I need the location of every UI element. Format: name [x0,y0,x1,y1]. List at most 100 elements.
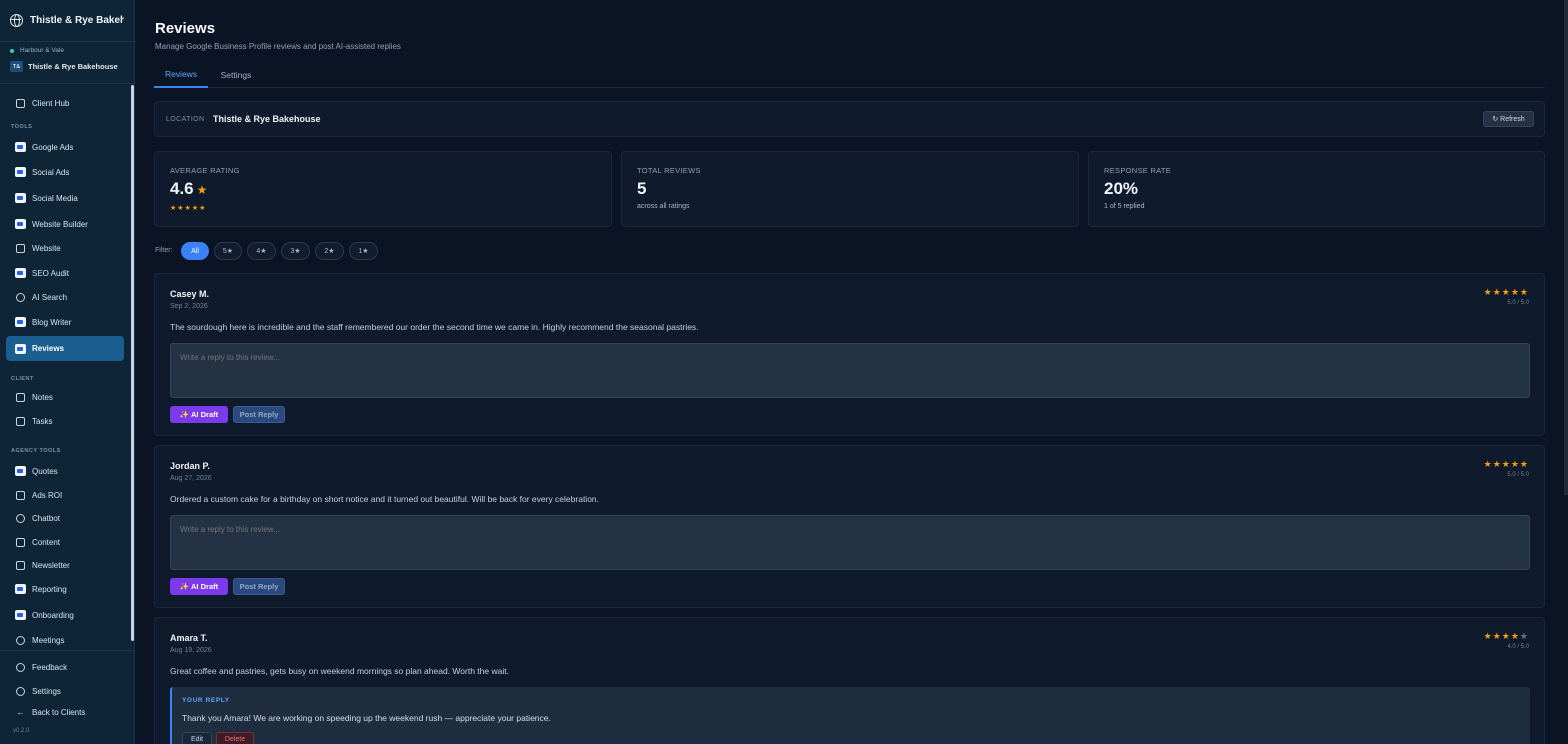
sidebar-item-social-ads[interactable]: Social Ads [6,161,124,183]
sidebar: Thistle & Rye Bakeho... Harbour & Vale T… [0,0,135,744]
google-ads-icon [15,142,26,153]
users-icon [15,635,26,646]
star-icon: ★ [196,183,208,197]
sidebar-scrollbar[interactable] [131,85,134,641]
globe-icon [10,14,23,27]
sidebar-item-settings[interactable]: Settings [6,680,124,702]
existing-reply: YOUR REPLY Thank you Amara! We are worki… [170,687,1530,744]
stat-subtext: 1 of 5 replied [1104,203,1145,210]
sidebar-item-label: Client Hub [32,98,70,108]
sidebar-item-content[interactable]: Content [6,531,124,553]
reporting-icon [15,584,26,595]
sidebar-item-seo-audit[interactable]: SEO Audit [6,262,124,284]
refresh-button[interactable]: ↻ Refresh [1483,111,1534,127]
filter-5-star[interactable]: 5★ [214,242,242,260]
sidebar-item-feedback[interactable]: Feedback [6,656,124,678]
stat-value: 4.6 ★ [170,179,207,199]
location-name: Thistle & Rye Bakehouse [213,114,321,124]
sidebar-item-chatbot[interactable]: Chatbot [6,507,124,529]
reply-input[interactable] [170,343,1530,398]
post-reply-button[interactable]: Post Reply [233,406,285,423]
sidebar-item-notes[interactable]: Notes [6,386,124,408]
sidebar-item-social-media[interactable]: Social Media [6,187,124,209]
checkbox-icon [15,416,26,427]
sidebar-item-label: Reviews [32,344,65,353]
sidebar-item-tasks[interactable]: Tasks [6,410,124,432]
blog-writer-icon [15,317,26,328]
reviewer-name: Casey M. [170,289,210,299]
sidebar-item-website[interactable]: Website [6,237,124,259]
tab-settings[interactable]: Settings [214,62,258,88]
sidebar-header[interactable]: Thistle & Rye Bakeho... [0,0,134,42]
delete-reply-button[interactable]: Delete [216,732,254,744]
sidebar-item-quotes[interactable]: Quotes [6,460,124,482]
sidebar-item-label: Onboarding [32,610,74,620]
filter-all[interactable]: All [181,242,209,260]
sidebar-item-label: Social Media [32,193,78,203]
sidebar-item-label: Back to Clients [32,707,86,717]
current-client[interactable]: T& Thistle & Rye Bakehouse [10,61,124,72]
sidebar-item-label: Reporting [32,584,67,594]
location-bar: LOCATION Thistle & Rye Bakehouse ↻ Refre… [154,101,1545,137]
page-subtitle: Manage Google Business Profile reviews a… [155,42,401,51]
sidebar-item-google-ads[interactable]: Google Ads [6,136,124,158]
filter-4-star[interactable]: 4★ [247,242,276,260]
review-date: Aug 19, 2026 [170,647,212,654]
back-to-clients-link[interactable]: ← Back to Clients [6,702,124,722]
filter-3-star[interactable]: 3★ [281,242,310,260]
average-rating-value: 4.6 [170,179,194,198]
sidebar-item-label: Notes [32,392,53,402]
review-text: The sourdough here is incredible and the… [170,322,699,332]
mail-icon [15,560,26,571]
reply-input[interactable] [170,515,1530,570]
sidebar-item-client-hub[interactable]: Client Hub [6,92,124,114]
review-text: Ordered a custom cake for a birthday on … [170,494,600,504]
review-date: Aug 27, 2026 [170,475,212,482]
calculator-icon [15,490,26,501]
main-content: Reviews Manage Google Business Profile r… [135,0,1568,744]
review-card: Casey M. Sep 2, 2026 ★★★★★ 5.0 / 5.0 The… [154,273,1545,436]
sidebar-item-label: Google Ads [32,142,74,152]
sidebar-item-reviews[interactable]: Reviews [6,336,124,361]
stat-label: AVERAGE RATING [170,166,240,175]
review-date: Sep 2, 2026 [170,303,208,310]
sidebar-item-ai-search[interactable]: AI Search [6,286,124,308]
ai-draft-button[interactable]: ✨ AI Draft [170,406,228,423]
website-builder-icon [15,219,26,230]
stat-average-rating: AVERAGE RATING 4.6 ★ ★★★★★ [154,151,612,227]
reply-text: Thank you Amara! We are working on speed… [182,713,551,723]
reviewer-name: Amara T. [170,633,208,643]
stat-value: 20% [1104,179,1139,198]
filled-stars: ★★★★★ [1483,459,1529,469]
empty-stars: ★ [1519,631,1529,641]
sidebar-item-label: Ads ROI [32,490,63,500]
social-ads-icon [15,167,26,178]
seo-audit-icon [15,268,26,279]
ai-draft-button[interactable]: ✨ AI Draft [170,578,228,595]
sidebar-item-label: Blog Writer [32,317,72,327]
edit-reply-button[interactable]: Edit [182,732,212,744]
filter-2-star[interactable]: 2★ [315,242,344,260]
sidebar-item-label: Newsletter [32,560,70,570]
chat-bubble-icon [15,662,26,673]
sidebar-item-newsletter[interactable]: Newsletter [6,554,124,576]
sidebar-item-ads-roi[interactable]: Ads ROI [6,484,124,506]
review-score: 5.0 / 5.0 [1507,300,1529,306]
sidebar-item-onboarding[interactable]: Onboarding [6,604,124,626]
review-stars: ★★★★★ [1484,631,1529,642]
sidebar-item-website-builder[interactable]: Website Builder [6,213,124,235]
sidebar-item-label: SEO Audit [32,268,69,278]
sidebar-item-meetings[interactable]: Meetings [6,629,124,651]
post-reply-button[interactable]: Post Reply [233,578,285,595]
main-scrollbar[interactable] [1564,0,1568,495]
section-client: CLIENT [11,376,34,382]
sidebar-item-blog-writer[interactable]: Blog Writer [6,311,124,333]
tab-reviews[interactable]: Reviews [154,62,208,88]
filter-1-star[interactable]: 1★ [349,242,378,260]
page-title: Reviews [155,20,216,37]
filter-label: Filter: [155,247,173,254]
version-label: v0.2.0 [13,728,30,734]
client-switcher[interactable]: Harbour & Vale T& Thistle & Rye Bakehous… [0,42,134,84]
sidebar-item-label: Website [32,243,61,253]
sidebar-item-reporting[interactable]: Reporting [6,578,124,600]
